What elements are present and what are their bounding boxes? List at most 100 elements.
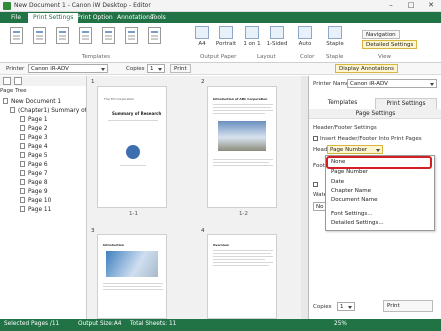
page-icon	[20, 134, 25, 140]
tree-page[interactable]: Page 2	[20, 125, 48, 132]
page4-line	[213, 250, 273, 251]
display-annotations-button[interactable]: Display Annotations	[335, 64, 399, 73]
panel-copies-stepper[interactable]: 1	[337, 302, 355, 311]
insert-header-footer-checkbox[interactable]: Insert Header/Footer Into Print Pages	[313, 136, 422, 142]
page-icon	[20, 161, 25, 167]
page-canvas[interactable]: 1 2 The 7th Corporation Summary of Resea…	[86, 76, 308, 319]
paper-size-button[interactable]: A4	[193, 26, 211, 47]
tree-page[interactable]: Page 11	[20, 206, 51, 213]
panel-print-button[interactable]: Print	[383, 300, 433, 312]
chapter-icon	[10, 107, 15, 113]
map-image	[106, 251, 158, 277]
page-thumbnail-2[interactable]: Introduction of ABC Corporation	[207, 86, 277, 208]
option-chapter-name[interactable]: Chapter Name	[331, 188, 371, 194]
page-number: 4	[201, 228, 205, 234]
print-toolbar: Printer Canon iR-ADV Copies 1 Print Disp…	[0, 63, 441, 75]
page-thumbnail-4[interactable]: Overview	[207, 234, 277, 319]
orientation-button[interactable]: Portrait	[214, 26, 238, 47]
page2-line	[213, 104, 273, 105]
print-button[interactable]: Print	[170, 64, 191, 73]
option-document-name[interactable]: Document Name	[331, 197, 377, 203]
template-5[interactable]	[102, 27, 115, 44]
page-icon	[20, 188, 25, 194]
output-paper-group-label: Output Paper	[200, 54, 237, 60]
pages-per-sheet-button[interactable]: 1 on 1	[243, 26, 261, 47]
tab-file[interactable]: File	[6, 13, 26, 23]
page-thumbnail-1[interactable]: The 7th Corporation Summary of Research	[97, 86, 167, 208]
staple-button[interactable]: Staple	[324, 26, 346, 47]
header-select[interactable]: Page Number	[327, 145, 383, 154]
page4-line	[213, 253, 271, 254]
page3-title: Introduction	[103, 243, 124, 247]
color-group-label: Color	[300, 54, 315, 60]
page-icon	[20, 125, 25, 131]
tree-page[interactable]: Page 6	[20, 161, 48, 168]
minimize-button[interactable]: –	[381, 0, 401, 11]
option-detailed-settings[interactable]: Detailed Settings...	[331, 220, 384, 226]
template-3[interactable]	[56, 27, 69, 44]
template-2[interactable]	[33, 27, 46, 44]
option-font-settings[interactable]: Font Settings...	[331, 211, 373, 217]
template-1[interactable]	[10, 27, 23, 44]
tab-tools[interactable]: Tools	[146, 13, 171, 23]
insert-option-checkbox[interactable]	[313, 182, 320, 188]
page4-line	[213, 262, 273, 263]
page-tree-icon[interactable]	[3, 77, 11, 85]
template-6[interactable]	[125, 27, 138, 44]
tab-print-option[interactable]: Print Option	[72, 13, 118, 23]
tree-page[interactable]: Page 4	[20, 143, 48, 150]
tree-page[interactable]: Page 9	[20, 188, 48, 195]
maximize-button[interactable]: □	[401, 0, 421, 11]
page-tree: New Document 1 (Chapter1) Summary of R P…	[0, 95, 93, 319]
portrait-icon	[219, 26, 233, 39]
sides-button[interactable]: 1-Sided	[266, 26, 288, 47]
section-page-settings: Page Settings	[309, 109, 441, 119]
tab-templates[interactable]: Templates	[315, 98, 370, 109]
tab-print-settings-panel[interactable]: Print Settings	[375, 98, 437, 109]
page-icon	[20, 170, 25, 176]
page2-line	[213, 107, 271, 108]
page-icon	[20, 152, 25, 158]
navigation-button[interactable]: Navigation	[362, 30, 400, 39]
page-tree-title: Page Tree	[0, 88, 27, 94]
tree-page[interactable]: Page 10	[20, 197, 51, 204]
page2-line	[213, 110, 273, 111]
tab-print-settings[interactable]: Print Settings	[28, 13, 79, 23]
copies-label: Copies	[126, 66, 145, 72]
option-page-number[interactable]: Page Number	[331, 169, 368, 175]
staple-group-label: Staple	[326, 54, 344, 60]
canvas-scrollbar[interactable]	[301, 76, 308, 319]
paper-icon	[195, 26, 209, 39]
detailed-settings-button[interactable]: Detailed Settings	[362, 40, 418, 49]
page2-line	[213, 159, 273, 160]
copies-stepper[interactable]: 1	[147, 64, 165, 73]
page2-title: Introduction of ABC Corporation	[213, 97, 268, 101]
status-output-size: Output Size:A4	[78, 321, 122, 327]
color-mode-button[interactable]: Auto	[296, 26, 314, 47]
page-thumbnail-3[interactable]: Introduction	[97, 234, 167, 319]
thumbnail-icon[interactable]	[14, 77, 22, 85]
tree-page[interactable]: Page 3	[20, 134, 48, 141]
page-label: 1-2	[239, 211, 248, 217]
panel-copies-label: Copies	[313, 304, 332, 310]
tree-chapter[interactable]: (Chapter1) Summary of R	[10, 107, 93, 114]
page1-header: The 7th Corporation	[104, 97, 135, 101]
option-date[interactable]: Date	[331, 179, 344, 185]
templates-group-label: Templates	[82, 54, 110, 60]
tree-root[interactable]: New Document 1	[3, 98, 61, 105]
template-7[interactable]	[148, 27, 161, 44]
layout-group-label: Layout	[257, 54, 276, 60]
printer-select[interactable]: Canon iR-ADV	[28, 64, 108, 73]
zoom-level: 25%	[334, 321, 347, 327]
page-number: 3	[91, 228, 95, 234]
printer-name-select[interactable]: Canon iR-ADV	[347, 79, 437, 88]
template-4[interactable]	[79, 27, 92, 44]
tree-page[interactable]: Page 1	[20, 116, 48, 123]
close-button[interactable]: ✕	[421, 0, 441, 11]
tree-page[interactable]: Page 5	[20, 152, 48, 159]
tree-page[interactable]: Page 8	[20, 179, 48, 186]
tree-page[interactable]: Page 7	[20, 170, 48, 177]
header-footer-settings-label: Header/Footer Settings	[313, 125, 377, 131]
page1-title: Summary of Research	[112, 111, 162, 116]
page4-line	[213, 259, 265, 260]
